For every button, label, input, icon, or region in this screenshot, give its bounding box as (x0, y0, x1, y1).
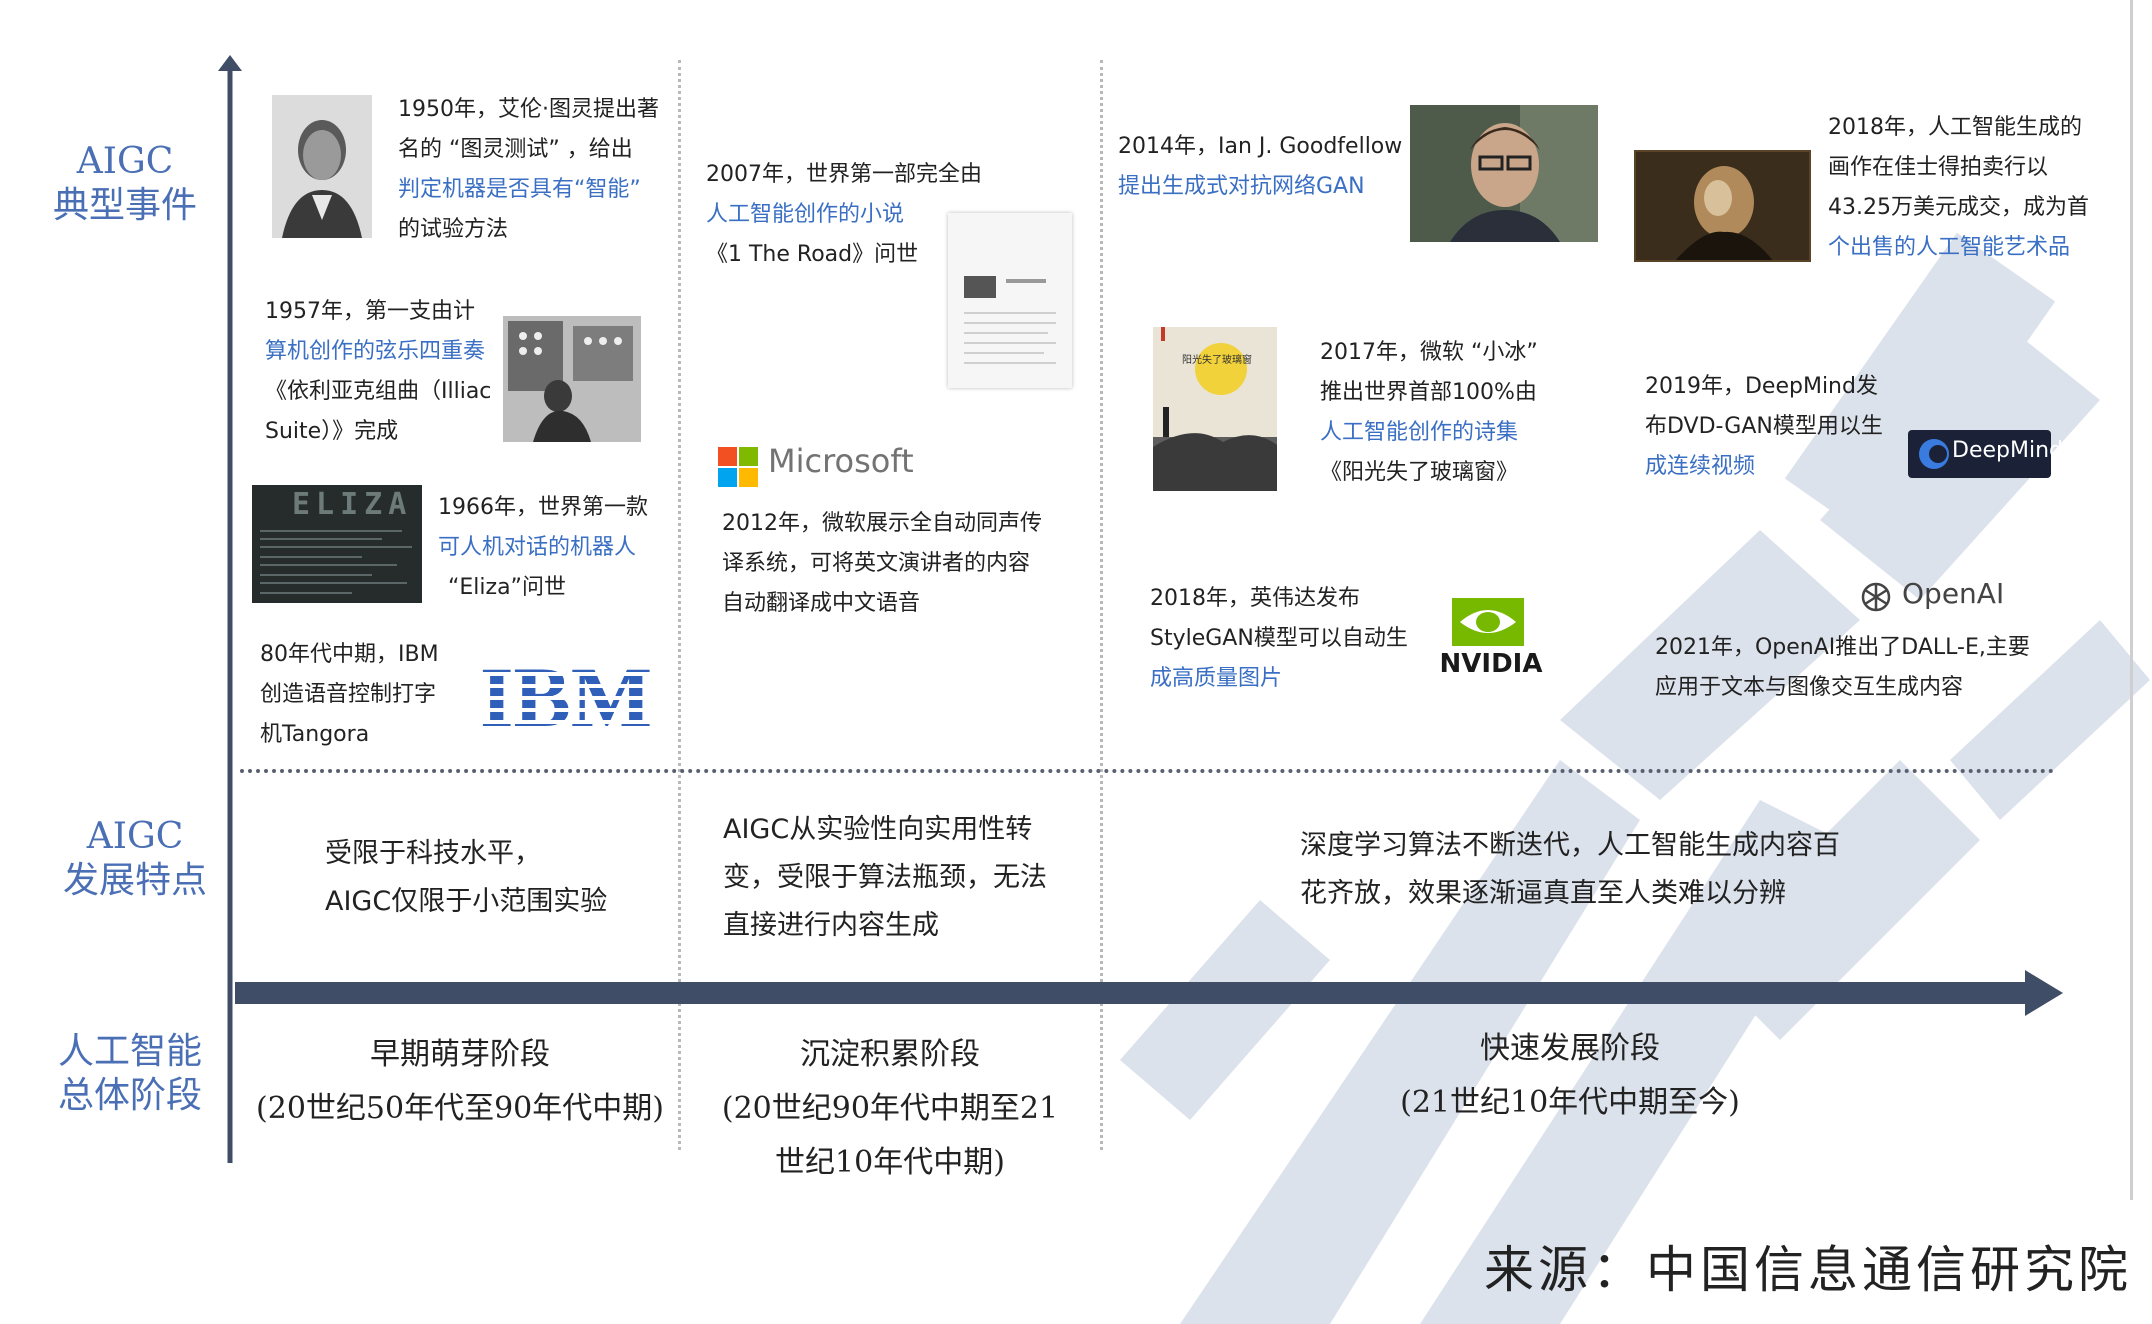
stage-accum-name: 沉淀积累阶段 (800, 1037, 980, 1072)
event-2012-line1: 2012年，微软展示全自动同声传 (722, 511, 1042, 536)
deepmind-logo: DeepMind (1908, 430, 2063, 478)
eliza-screen: ELIZA (252, 485, 422, 603)
event-80s-line2: 创造语音控制打字 (260, 682, 437, 707)
event-1957-line2: 算机创作的弦乐四重奏 (265, 339, 486, 364)
feature-early-line1: 受限于科技水平， (325, 838, 541, 869)
event-2021-line1: 2021年，OpenAI推出了DALL-E,主要 (1655, 635, 2030, 660)
event-2018n-line3: 成高质量图片 (1150, 666, 1283, 691)
poem-book-cover: 阳光失了玻璃窗 (1153, 327, 1277, 491)
event-1957-line4: Suite）》完成 (265, 419, 399, 444)
ai-painting (1634, 150, 1811, 262)
turing-photo (272, 95, 372, 238)
feature-early-line2: AIGC仅限于小范围实验 (325, 886, 608, 917)
stage-early-period: (20世纪50年代至90年代中期) (256, 1091, 664, 1126)
event-2014-line2: 提出生成式对抗网络GAN (1118, 174, 1365, 199)
event-2018a-line4: 个出售的人工智能艺术品 (1828, 235, 2071, 260)
event-2017-line1: 2017年，微软 “小冰” (1320, 340, 1538, 365)
stage-accum: 沉淀积累阶段 (20世纪90年代中期至21 世纪10年代中期) (700, 1028, 1080, 1190)
row-label-events-line1: AIGC (76, 141, 174, 182)
event-2019-line1: 2019年，DeepMind发 (1645, 374, 1878, 399)
event-2021: 2021年，OpenAI推出了DALL-E,主要 应用于文本与图像交互生成内容 (1655, 628, 2095, 708)
stage-fast: 快速发展阶段 (21世纪10年代中期至今) (1330, 1022, 1810, 1130)
ibm-logo: IBM (476, 649, 656, 745)
event-1966-line3: “Eliza”问世 (448, 575, 566, 600)
event-2018a-line3: 43.25万美元成交，成为首 (1828, 195, 2089, 220)
event-1950-line1: 1950年，艾伦·图灵提出著 (398, 97, 659, 122)
row-label-features: AIGC 发展特点 (50, 815, 220, 903)
event-2017-line4: 《阳光失了玻璃窗》 (1320, 460, 1519, 485)
event-2018a-line1: 2018年，人工智能生成的 (1828, 115, 2082, 140)
event-1950-line3: 判定机器是否具有“智能” (398, 177, 641, 202)
event-2017: 2017年，微软 “小冰” 推出世界首部100%由 人工智能创作的诗集 《阳光失… (1320, 333, 1580, 493)
timeline-arrow (235, 970, 2063, 1016)
source-caption: 来源：中国信息通信研究院 (1484, 1241, 2132, 1299)
feature-fast: 深度学习算法不断迭代，人工智能生成内容百 花齐放，效果逐渐逼真直至人类难以分辨 (1300, 822, 1900, 918)
row-label-stages-line2: 总体阶段 (57, 1075, 202, 1116)
poem-book-title: 阳光失了玻璃窗 (1182, 353, 1252, 366)
stage-early-name: 早期萌芽阶段 (370, 1037, 550, 1072)
event-2014-line1: 2014年，Ian J. Goodfellow (1118, 134, 1403, 159)
event-1966: 1966年，世界第一款 可人机对话的机器人 “Eliza”问世 (438, 488, 668, 608)
event-2019-line3: 成连续视频 (1645, 454, 1756, 479)
event-2012: 2012年，微软展示全自动同声传 译系统，可将英文演讲者的内容 自动翻译成中文语… (722, 504, 1062, 624)
event-2018-art: 2018年，人工智能生成的 画作在佳士得拍卖行以 43.25万美元成交，成为首 … (1828, 108, 2128, 268)
event-2018a-line2: 画作在佳士得拍卖行以 (1828, 155, 2049, 180)
novel-page (948, 213, 1072, 388)
stage-fast-period: (21世纪10年代中期至今) (1400, 1085, 1740, 1120)
feature-accum-line3: 直接进行内容生成 (723, 910, 939, 941)
feature-early: 受限于科技水平， AIGC仅限于小范围实验 (325, 830, 665, 926)
openai-logo: OpenAI (1858, 577, 2018, 617)
row-label-features-line1: AIGC (86, 816, 184, 857)
event-2018n-line1: 2018年，英伟达发布 (1150, 586, 1360, 611)
feature-fast-line1: 深度学习算法不断迭代，人工智能生成内容百 (1300, 830, 1840, 861)
eliza-title: ELIZA (292, 487, 413, 522)
row-label-stages: 人工智能 总体阶段 (40, 1030, 220, 1118)
row-label-stages-line1: 人工智能 (57, 1031, 202, 1072)
event-1950-line2: 名的 “图灵测试” ，给出 (398, 137, 633, 162)
microsoft-logo-text: Microsoft (768, 442, 914, 480)
feature-accum-line1: AIGC从实验性向实用性转 (723, 814, 1033, 845)
stage-accum-period-line1: (20世纪90年代中期至21 (721, 1091, 1059, 1126)
stage-early: 早期萌芽阶段 (20世纪50年代至90年代中期) (245, 1028, 675, 1136)
row-label-events: AIGC 典型事件 (40, 140, 210, 228)
feature-accum-line2: 变，受限于算法瓶颈，无法 (723, 862, 1047, 893)
event-1957: 1957年，第一支由计 算机创作的弦乐四重奏 《依利亚克组曲（Illiac Su… (265, 292, 505, 452)
feature-accum: AIGC从实验性向实用性转 变，受限于算法瓶颈，无法 直接进行内容生成 (723, 806, 1093, 950)
event-2019-line2: 布DVD-GAN模型用以生 (1645, 414, 1883, 439)
deepmind-logo-text: DeepMind (1952, 438, 2063, 463)
event-80s: 80年代中期，IBM 创造语音控制打字 机Tangora (260, 635, 460, 755)
illiac-photo (503, 316, 641, 442)
event-1950: 1950年，艾伦·图灵提出著 名的 “图灵测试” ，给出 判定机器是否具有“智能… (398, 90, 668, 250)
row-label-features-line2: 发展特点 (62, 860, 207, 901)
event-2018-nvidia: 2018年，英伟达发布 StyleGAN模型可以自动生 成高质量图片 (1150, 579, 1440, 699)
openai-logo-text: OpenAI (1902, 577, 2005, 610)
goodfellow-photo (1410, 105, 1598, 242)
feature-fast-line2: 花齐放，效果逐渐逼真直至人类难以分辨 (1300, 878, 1786, 909)
event-2007-line1: 2007年，世界第一部完全由 (706, 162, 982, 187)
microsoft-logo: Microsoft (718, 442, 958, 490)
event-1966-line2: 可人机对话的机器人 (438, 535, 637, 560)
right-border (2130, 0, 2133, 1200)
event-80s-line3: 机Tangora (260, 722, 370, 747)
row-label-events-line2: 典型事件 (52, 185, 197, 226)
event-2012-line2: 译系统，可将英文演讲者的内容 (722, 551, 1031, 576)
row-separator (240, 769, 2055, 773)
stage-accum-period-line2: 世纪10年代中期) (775, 1145, 1005, 1180)
event-2018n-line2: StyleGAN模型可以自动生 (1150, 626, 1408, 651)
event-1957-line1: 1957年，第一支由计 (265, 299, 475, 324)
event-2021-line2: 应用于文本与图像交互生成内容 (1655, 675, 1964, 700)
event-2019: 2019年，DeepMind发 布DVD-GAN模型用以生 成连续视频 (1645, 367, 1915, 487)
event-80s-line1: 80年代中期，IBM (260, 642, 439, 667)
event-1966-line1: 1966年，世界第一款 (438, 495, 648, 520)
event-2014: 2014年，Ian J. Goodfellow 提出生成式对抗网络GAN (1118, 127, 1418, 207)
event-2017-line3: 人工智能创作的诗集 (1320, 420, 1519, 445)
nvidia-logo: NVIDIA (1432, 590, 1550, 679)
event-1950-line4: 的试验方法 (398, 217, 509, 242)
event-1957-line3: 《依利亚克组曲（Illiac (265, 379, 492, 404)
event-2017-line2: 推出世界首部100%由 (1320, 380, 1537, 405)
stage-fast-name: 快速发展阶段 (1480, 1031, 1660, 1066)
nvidia-logo-text: NVIDIA (1440, 649, 1543, 676)
event-2012-line3: 自动翻译成中文语音 (722, 591, 921, 616)
